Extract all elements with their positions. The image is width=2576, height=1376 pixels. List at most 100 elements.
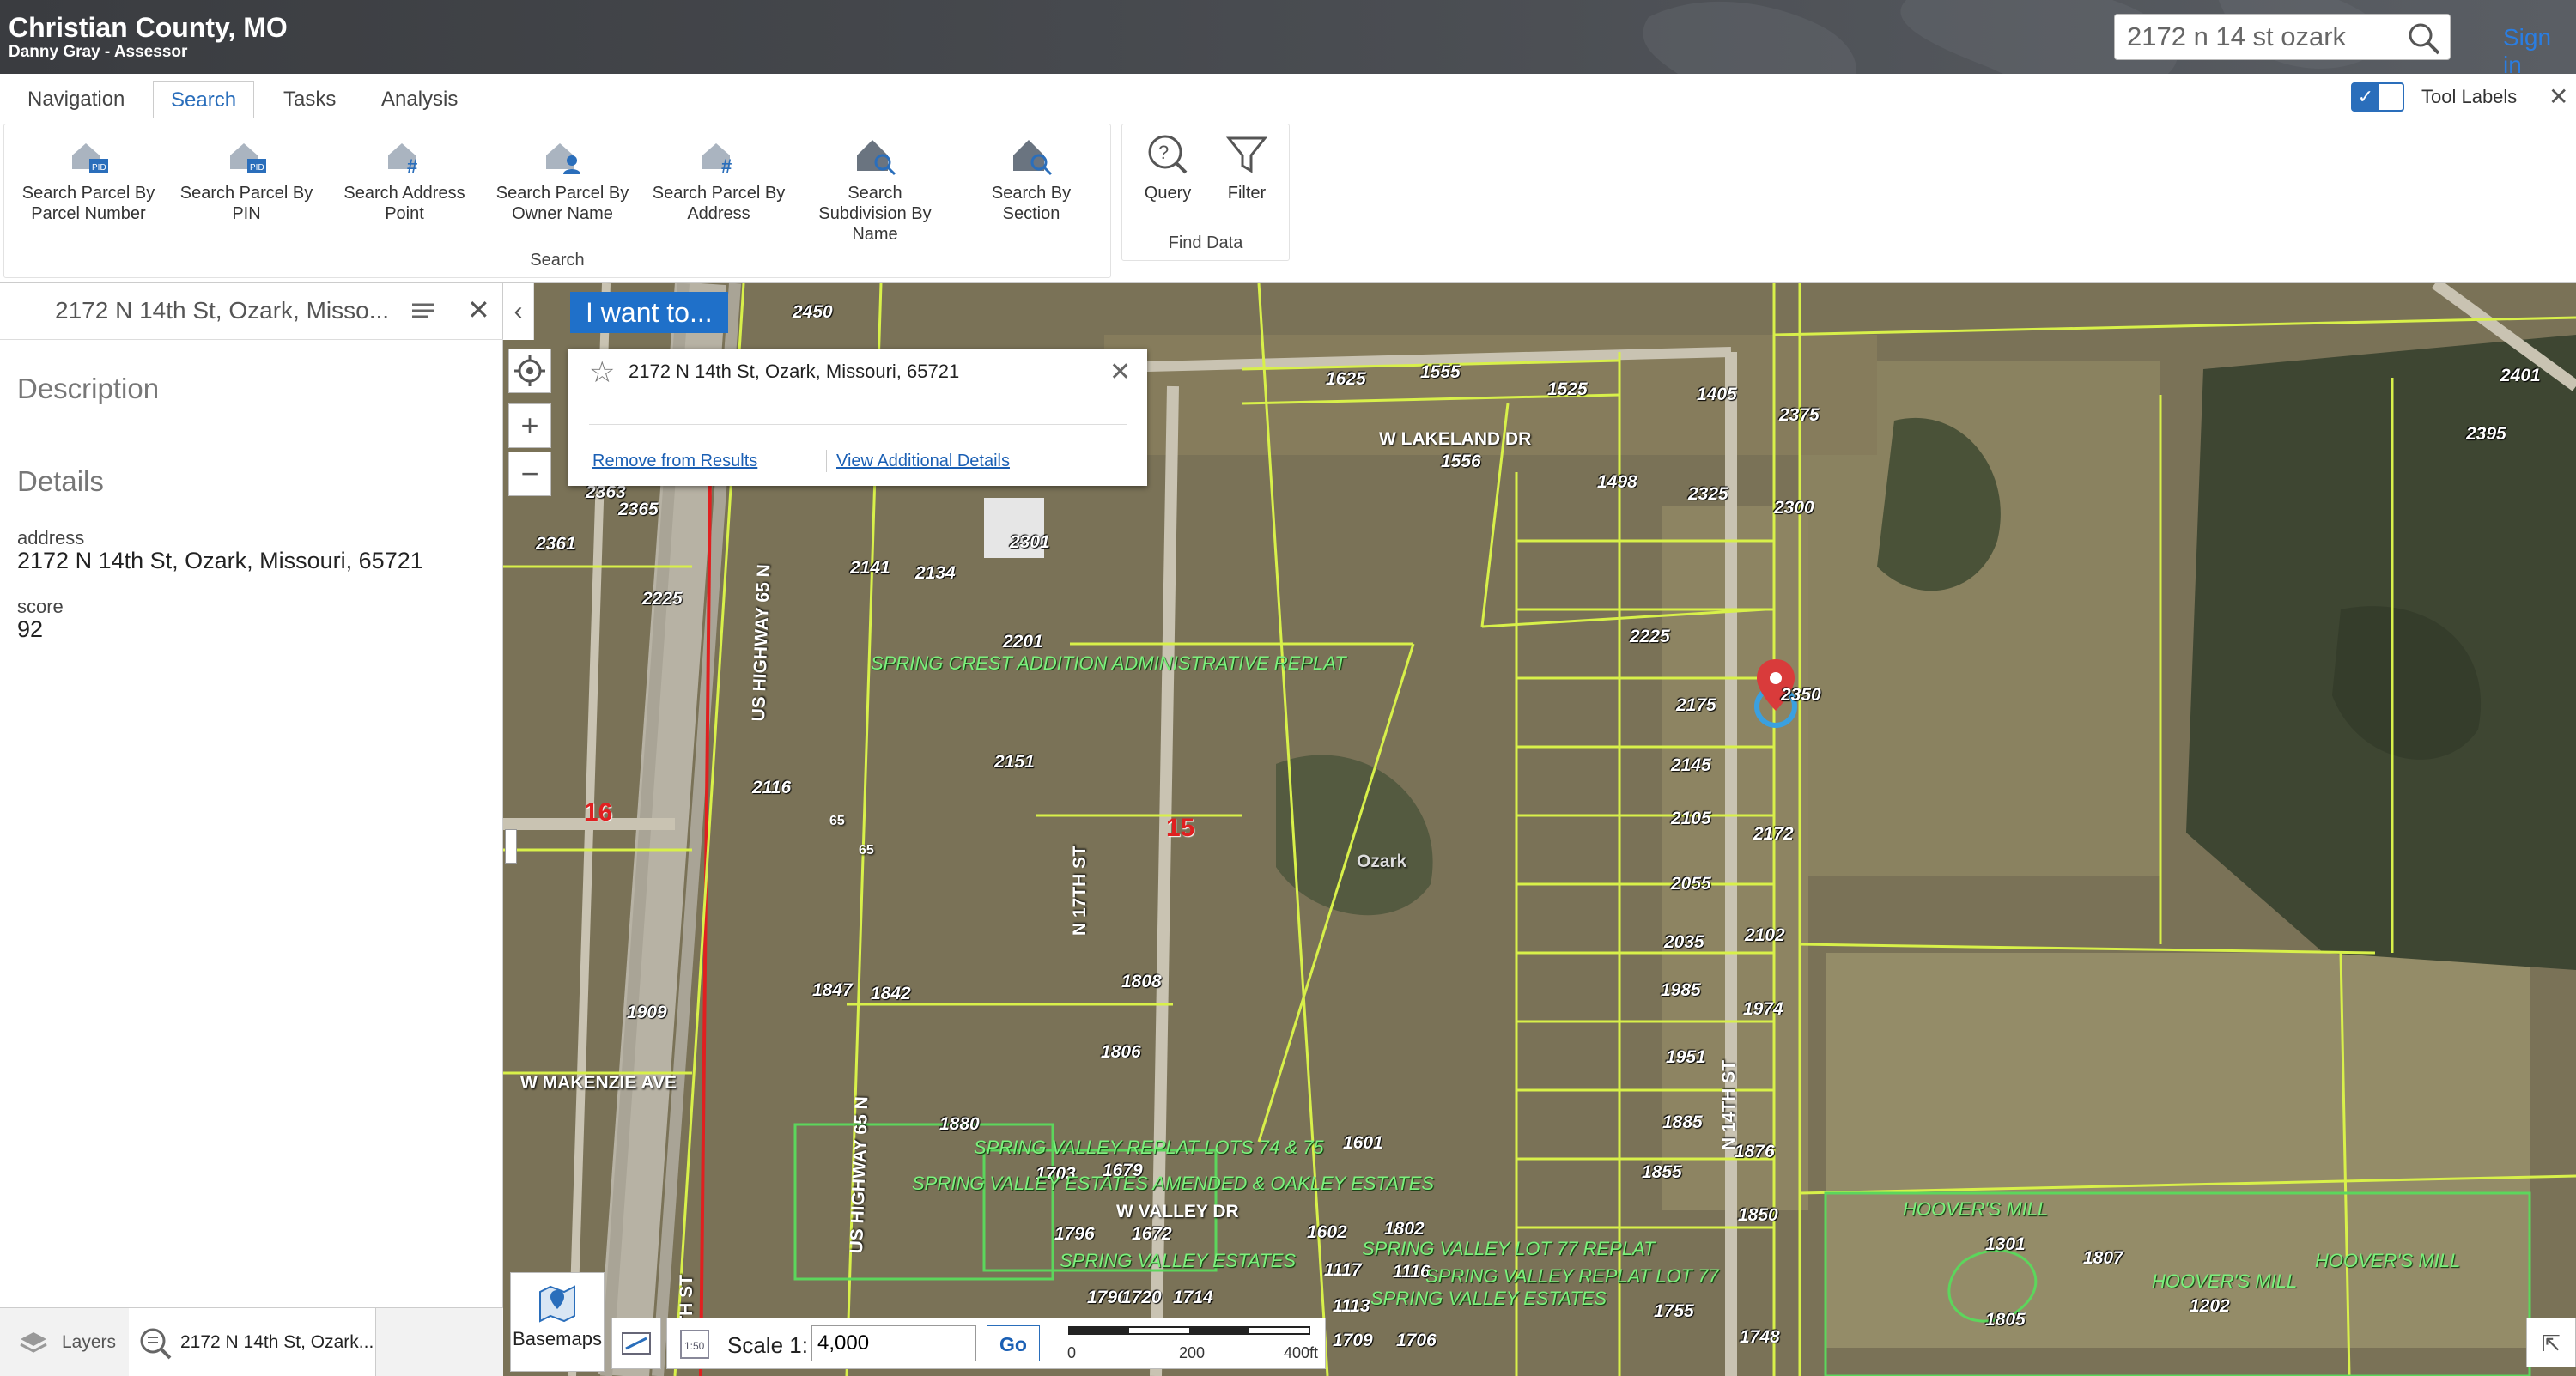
measure-tool-button[interactable] xyxy=(611,1318,661,1369)
parcel-number: 1498 xyxy=(1597,472,1637,492)
parcel-search-icon: PID xyxy=(72,143,108,173)
parcel-number: 1625 xyxy=(1326,369,1366,389)
search-icon[interactable] xyxy=(2407,21,2441,56)
search-owner-name-button[interactable]: Search Parcel By Owner Name xyxy=(485,131,640,224)
parcel-number: 1709 xyxy=(1333,1331,1373,1350)
remove-from-results-link[interactable]: Remove from Results xyxy=(592,452,757,471)
parcel-number: 2172 xyxy=(1753,824,1794,844)
zoom-in-button[interactable]: + xyxy=(508,403,551,448)
svg-text:?: ? xyxy=(1158,142,1169,163)
scale-icon: 1:50 xyxy=(680,1330,709,1359)
basemaps-button[interactable]: Basemaps xyxy=(510,1272,605,1372)
scale-input[interactable] xyxy=(811,1325,976,1361)
find-data-group-label: Find Data xyxy=(1168,233,1243,252)
search-parcel-pin-button[interactable]: PID Search Parcel By PIN xyxy=(169,131,324,224)
section-label: 16 xyxy=(584,798,613,827)
address-point-icon: # xyxy=(388,143,417,177)
view-additional-details-link[interactable]: View Additional Details xyxy=(836,452,1010,471)
subdivision-label: HOOVER'S MILL xyxy=(2152,1270,2298,1292)
menu-icon[interactable] xyxy=(410,299,436,324)
scale-label: Scale 1: xyxy=(727,1332,808,1358)
close-popup-icon[interactable]: ✕ xyxy=(1109,357,1131,387)
search-subdivision-button[interactable]: Search Subdivision By Name xyxy=(798,131,952,245)
filter-button[interactable]: Filter xyxy=(1208,131,1285,203)
parcel-number: 1714 xyxy=(1173,1288,1213,1307)
address-field-label: address xyxy=(17,527,85,549)
close-toolbar-icon[interactable]: ✕ xyxy=(2549,82,2568,111)
score-field-label: score xyxy=(17,596,64,617)
road-label: N 17TH ST xyxy=(1070,845,1090,936)
parcel-number: 1806 xyxy=(1101,1042,1141,1062)
popup-title: 2172 N 14th St, Ozark, Missouri, 65721 xyxy=(629,361,960,382)
search-parcel-number-button[interactable]: PID Search Parcel By Parcel Number xyxy=(11,131,166,224)
scale-go-button[interactable]: Go xyxy=(987,1325,1040,1361)
tab-tasks[interactable]: Tasks xyxy=(266,81,353,118)
search-address-point-button[interactable]: # Search Address Point xyxy=(327,131,482,224)
app-subtitle: Danny Gray - Assessor xyxy=(9,43,188,61)
results-tab[interactable]: 2172 N 14th St, Ozark... xyxy=(129,1308,376,1376)
star-icon[interactable]: ☆ xyxy=(589,355,615,390)
i-want-to-button[interactable]: I want to... xyxy=(570,292,728,333)
parcel-number: 2141 xyxy=(850,558,890,578)
parcel-number: 1880 xyxy=(939,1114,980,1134)
parcel-number: 1525 xyxy=(1547,379,1588,399)
svg-text:1:50: 1:50 xyxy=(684,1340,705,1352)
collapse-panel-button[interactable]: ‹ xyxy=(503,283,534,340)
parcel-number: 1855 xyxy=(1642,1162,1682,1182)
parcel-number: 1985 xyxy=(1661,980,1701,1000)
owner-search-icon xyxy=(546,143,580,174)
road-label: W VALLEY DR xyxy=(1116,1202,1239,1221)
tool-labels-label: Tool Labels xyxy=(2421,86,2518,107)
panel-resize-handle[interactable] xyxy=(505,829,517,864)
parcel-number: 2401 xyxy=(2500,366,2541,385)
expand-icon[interactable]: ⇱ xyxy=(2526,1318,2576,1367)
search-parcel-address-button[interactable]: # Search Parcel By Address xyxy=(641,131,796,224)
address-search-icon: # xyxy=(702,143,732,177)
map-icon xyxy=(539,1285,575,1323)
layers-icon xyxy=(20,1332,47,1353)
parcel-number: 1405 xyxy=(1697,385,1737,404)
details-panel-header: 2172 N 14th St, Ozark, Misso... ✕ xyxy=(0,283,503,340)
tab-bar: Navigation Search Tasks Analysis xyxy=(0,74,2576,118)
find-data-group: ? Query Filter Find Data xyxy=(1121,124,1290,261)
parcel-number: 1301 xyxy=(1985,1234,2026,1254)
parcel-number: 1602 xyxy=(1307,1222,1347,1242)
tab-search[interactable]: Search xyxy=(153,81,255,118)
parcel-number: 2450 xyxy=(793,302,833,322)
close-panel-icon[interactable]: ✕ xyxy=(467,294,490,326)
details-panel: 2172 N 14th St, Ozark, Misso... ✕ Descri… xyxy=(0,283,503,1376)
tab-analysis[interactable]: Analysis xyxy=(364,81,475,118)
parcel-number: 1555 xyxy=(1420,362,1461,382)
tool-labels-toggle[interactable]: ✓ xyxy=(2351,82,2404,112)
link-separator xyxy=(826,450,827,472)
road-label: W LAKELAND DR xyxy=(1379,429,1532,449)
map-view[interactable]: 2450 1625 1555 1525 1405 2375 2401 2395 … xyxy=(503,283,2576,1376)
road-label: N 14TH ST xyxy=(1719,1059,1739,1150)
search-section-button[interactable]: Search By Section xyxy=(954,131,1109,224)
layers-tab[interactable]: Layers xyxy=(0,1308,129,1376)
parcel-number: 2145 xyxy=(1671,755,1711,775)
subdivision-label: SPRING CREST ADDITION ADMINISTRATIVE REP… xyxy=(871,652,1346,674)
search-group-label: Search xyxy=(530,251,585,270)
subdivision-search-icon xyxy=(857,140,896,176)
scalebar-tick: 200 xyxy=(1179,1344,1206,1361)
parcel-number: 2116 xyxy=(752,778,792,797)
parcel-number: 1951 xyxy=(1666,1047,1706,1067)
parcel-number: 2300 xyxy=(1774,498,1814,518)
zoom-out-button[interactable]: − xyxy=(508,452,551,496)
global-search-input[interactable] xyxy=(2127,20,2393,54)
global-search-box[interactable] xyxy=(2114,14,2451,60)
parcel-number: 1805 xyxy=(1985,1310,2026,1330)
sign-in-link[interactable]: Sign in xyxy=(2503,24,2576,74)
tab-navigation[interactable]: Navigation xyxy=(10,81,142,118)
locate-button[interactable] xyxy=(508,349,551,393)
parcel-number: 1802 xyxy=(1384,1219,1425,1239)
parcel-number: 1113 xyxy=(1333,1296,1370,1316)
query-button[interactable]: ? Query xyxy=(1129,131,1206,203)
parcel-number: 1672 xyxy=(1132,1224,1172,1244)
parcel-number: 2055 xyxy=(1671,874,1711,894)
subdivision-label: SPRING VALLEY REPLAT LOTS 74 & 75 xyxy=(974,1137,1324,1158)
parcel-number: 1842 xyxy=(871,984,911,1003)
svg-text:#: # xyxy=(407,155,417,177)
parcel-number: 1796 xyxy=(1054,1224,1095,1244)
